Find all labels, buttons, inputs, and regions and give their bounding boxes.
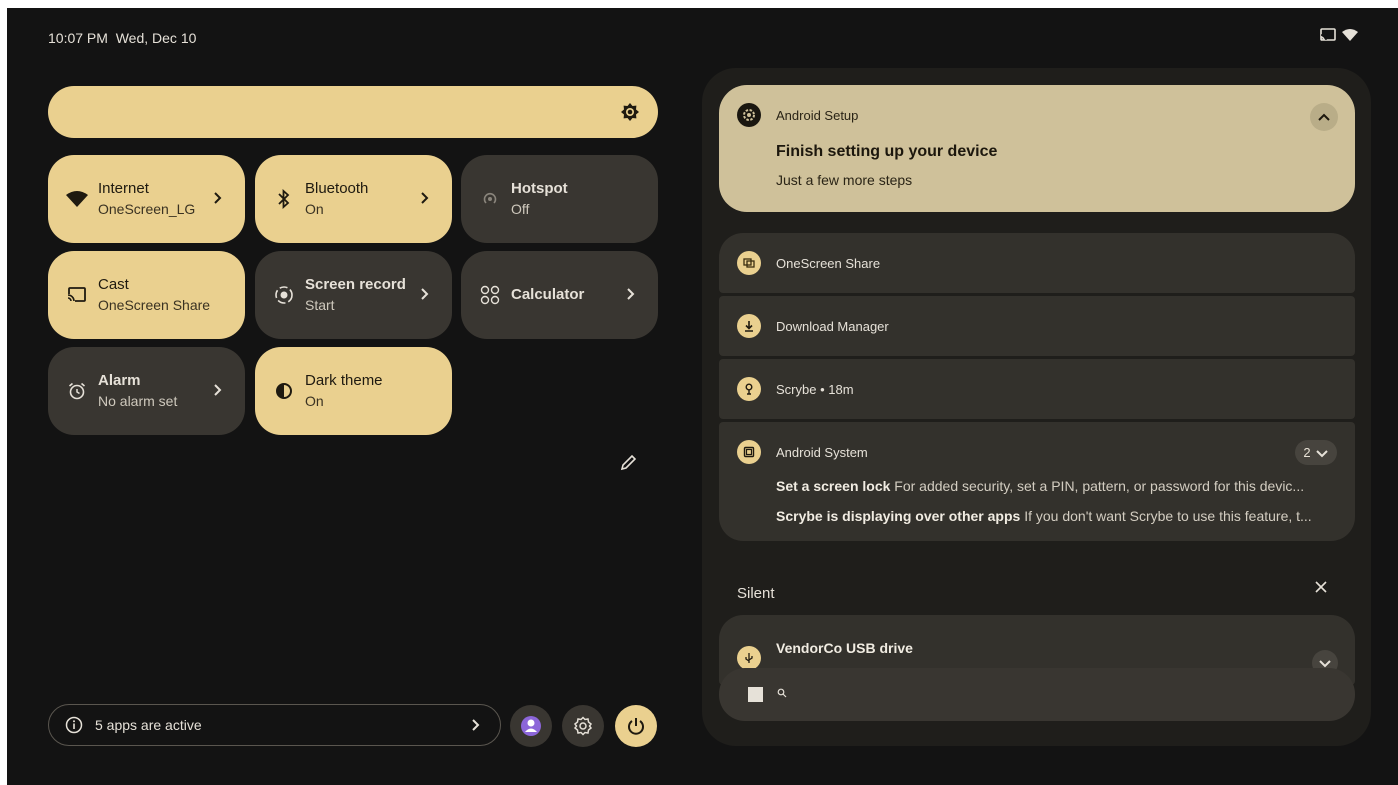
tile-sublabel: On: [305, 393, 324, 409]
active-apps-button[interactable]: 5 apps are active: [48, 704, 501, 746]
edit-icon[interactable]: [619, 452, 639, 472]
chevron-right-icon[interactable]: [209, 381, 227, 399]
wifi-icon: [1342, 29, 1358, 41]
user-switcher-button[interactable]: [510, 705, 552, 747]
system-item-title: Scrybe is displaying over other apps: [776, 508, 1021, 524]
square-icon[interactable]: [748, 687, 763, 702]
tile-label: Dark theme: [305, 372, 383, 389]
notification-app-name: Android Setup: [776, 108, 859, 123]
status-icons: [1320, 28, 1358, 42]
screen-record-icon: [273, 284, 295, 306]
notification-onescreen-share[interactable]: OneScreen Share: [719, 233, 1355, 293]
tile-label: Calculator: [511, 286, 585, 303]
tile-sublabel: OneScreen Share: [98, 297, 211, 313]
settings-button[interactable]: [562, 705, 604, 747]
tile-screen-record[interactable]: Screen record Start: [255, 251, 452, 339]
chevron-right-icon[interactable]: [622, 285, 640, 303]
search-icon[interactable]: [777, 688, 787, 698]
tile-sublabel: Start: [305, 297, 335, 313]
chevron-right-icon[interactable]: [416, 189, 434, 207]
tile-sublabel: On: [305, 201, 324, 217]
tile-dark-theme[interactable]: Dark theme On: [255, 347, 452, 435]
close-icon[interactable]: [1314, 580, 1328, 594]
screen: 10:07 PM Wed, Dec 10 Internet OneScreen_L…: [7, 8, 1398, 785]
brightness-slider[interactable]: [48, 86, 658, 138]
tile-sublabel: OneScreen_LG: [98, 201, 196, 217]
tile-label: Cast: [98, 276, 129, 293]
notification-android-system[interactable]: Android System 2 Set a screen lock For a…: [719, 422, 1355, 541]
tile-calculator[interactable]: Calculator: [461, 251, 658, 339]
status-date: Wed, Dec 10: [115, 30, 197, 46]
notification-body: Just a few more steps: [776, 172, 913, 188]
android-system-app-icon: [737, 440, 761, 464]
info-icon: [65, 716, 83, 734]
tile-cast[interactable]: Cast OneScreen Share: [48, 251, 245, 339]
power-icon: [628, 718, 644, 735]
tile-internet[interactable]: Internet OneScreen_LG: [48, 155, 245, 243]
cast-icon: [1320, 28, 1336, 41]
settings-icon: [573, 716, 593, 736]
tile-label: Internet: [98, 180, 149, 197]
tile-label: Alarm: [98, 372, 141, 389]
user-avatar-icon: [521, 716, 541, 736]
power-button[interactable]: [615, 705, 657, 747]
notification-android-setup[interactable]: Android Setup Finish setting up your dev…: [719, 85, 1355, 212]
chevron-right-icon[interactable]: [416, 285, 434, 303]
cast-icon: [66, 284, 88, 306]
hotspot-icon: [479, 188, 501, 210]
alarm-icon: [66, 380, 88, 402]
tile-label: Bluetooth: [305, 180, 369, 197]
usb-icon: [737, 646, 761, 670]
notification-download-manager[interactable]: Download Manager: [719, 296, 1355, 356]
system-item-body: If you don't want Scrybe to use this fea…: [1024, 508, 1312, 524]
notification-app-name: Android System: [776, 445, 868, 460]
group-count: 2: [1303, 445, 1311, 460]
calculator-icon: [479, 284, 501, 306]
expand-group-button[interactable]: 2: [1295, 440, 1337, 465]
silent-section-header: Silent: [737, 585, 775, 602]
onescreen-share-app-icon: [737, 251, 761, 275]
chevron-right-icon[interactable]: [209, 189, 227, 207]
notification-panel: Android Setup Finish setting up your dev…: [702, 68, 1371, 746]
tile-sublabel: No alarm set: [98, 393, 178, 409]
chevron-up-icon: [1318, 113, 1330, 121]
settings-app-icon: [737, 103, 761, 127]
tile-label: Screen record: [305, 276, 406, 293]
chevron-right-icon: [472, 719, 480, 731]
notification-title: Finish setting up your device: [776, 143, 998, 160]
microphone-icon: [737, 377, 761, 401]
chevron-down-icon: [1315, 449, 1328, 457]
wifi-icon: [66, 188, 88, 210]
status-clock: 10:07 PM Wed, Dec 10: [48, 30, 196, 46]
dark-theme-icon: [273, 380, 295, 402]
system-item-title: Set a screen lock: [776, 478, 891, 494]
active-apps-label: 5 apps are active: [95, 717, 202, 733]
bluetooth-icon: [273, 188, 295, 210]
tile-label: Hotspot: [511, 180, 568, 197]
system-item-scrybe-overlay[interactable]: Scrybe is displaying over other apps If …: [776, 508, 1336, 524]
status-time: 10:07 PM: [48, 30, 108, 46]
brightness-icon: [621, 103, 639, 121]
download-icon: [737, 314, 761, 338]
notification-app-name: Download Manager: [776, 319, 889, 334]
tile-alarm[interactable]: Alarm No alarm set: [48, 347, 245, 435]
tile-sublabel: Off: [511, 201, 530, 217]
collapse-button[interactable]: [1310, 103, 1338, 131]
tile-bluetooth[interactable]: Bluetooth On: [255, 155, 452, 243]
notification-scrybe[interactable]: Scrybe • 18m: [719, 359, 1355, 419]
notification-footer-bar[interactable]: [719, 668, 1355, 721]
system-item-screen-lock[interactable]: Set a screen lock For added security, se…: [776, 478, 1336, 494]
system-item-body: For added security, set a PIN, pattern, …: [894, 478, 1305, 494]
notification-app-name: OneScreen Share: [776, 256, 881, 271]
tile-hotspot[interactable]: Hotspot Off: [461, 155, 658, 243]
notification-app-name: Scrybe • 18m: [776, 382, 854, 397]
notification-title: VendorCo USB drive: [776, 640, 913, 656]
